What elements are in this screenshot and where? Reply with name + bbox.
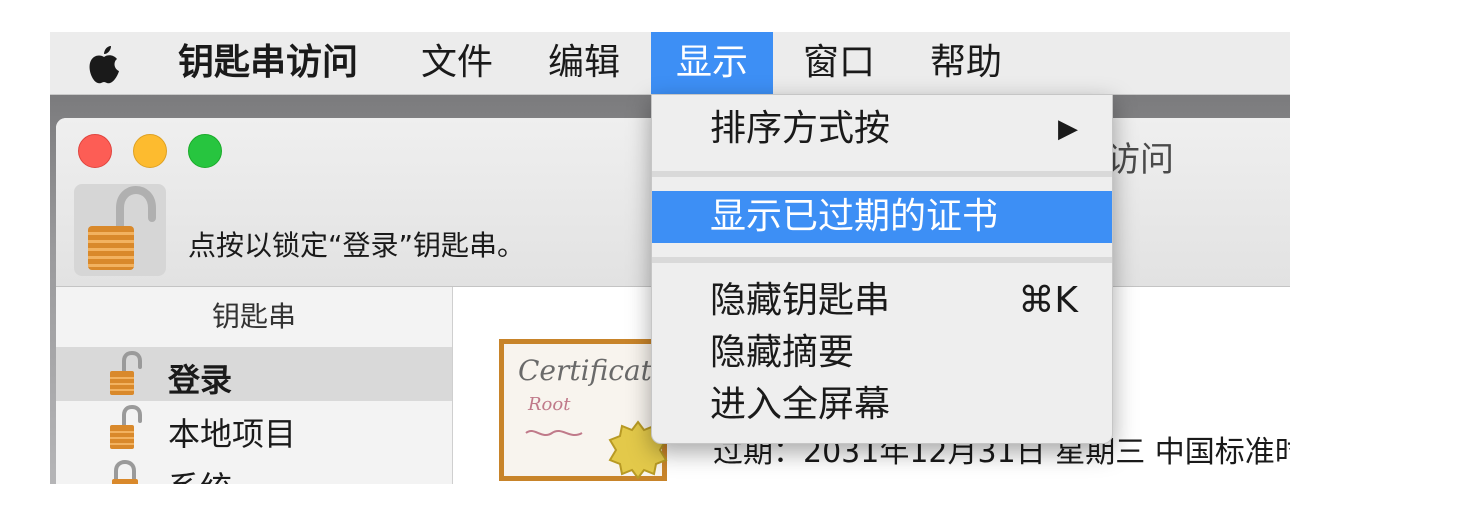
menu-window[interactable]: 窗口 — [803, 32, 875, 94]
menu-item-enter-full-screen[interactable]: 进入全屏幕 — [652, 379, 1112, 431]
menu-item-label: 隐藏钥匙串 — [710, 280, 891, 321]
minimize-button[interactable] — [133, 134, 167, 168]
menu-file[interactable]: 文件 — [421, 32, 493, 94]
menu-item-shortcut: ⌘K — [1018, 280, 1078, 321]
sidebar-item-login[interactable]: 登录 — [56, 347, 452, 401]
menu-help[interactable]: 帮助 — [930, 32, 1002, 94]
certificate-thumbnail: Certificate Root — [499, 339, 669, 481]
close-button[interactable] — [78, 134, 112, 168]
menu-item-show-expired-certificates[interactable]: 显示已过期的证书 — [652, 191, 1112, 243]
lock-toggle-button[interactable] — [74, 184, 166, 276]
sidebar-item-label: 登录 — [168, 361, 233, 399]
open-padlock-icon — [110, 405, 142, 449]
screen: 钥匙串访问 文件 编辑 显示 窗口 帮助 访问 点按以锁定“登录”钥匙串。 钥匙… — [50, 32, 1290, 484]
menu-bar: 钥匙串访问 文件 编辑 显示 窗口 帮助 — [50, 32, 1290, 95]
view-menu-dropdown: 排序方式按 ▶ 显示已过期的证书 隐藏钥匙串 ⌘K 隐藏摘要 进入全屏幕 — [651, 94, 1113, 444]
open-padlock-icon — [110, 351, 142, 395]
certificate-subtitle: Root — [528, 394, 571, 415]
certificate-flourish-icon — [525, 430, 583, 436]
menu-item-label: 排序方式按 — [710, 108, 891, 149]
menu-edit[interactable]: 编辑 — [548, 32, 620, 94]
padlock-icon — [112, 459, 138, 484]
sidebar-item-label: 系统 — [168, 463, 232, 484]
menu-item-sort-by[interactable]: 排序方式按 ▶ — [652, 103, 1112, 155]
sidebar-item-local-items[interactable]: 本地项目 — [56, 401, 452, 455]
zoom-button[interactable] — [188, 134, 222, 168]
menu-item-label: 隐藏摘要 — [710, 332, 855, 373]
menu-separator — [652, 171, 1112, 177]
menu-item-label: 进入全屏幕 — [710, 384, 891, 425]
apple-menu-icon[interactable] — [84, 42, 124, 86]
triangle-right-icon: ▶ — [1058, 114, 1078, 144]
menu-view[interactable]: 显示 — [651, 32, 774, 94]
menu-item-label: 显示已过期的证书 — [710, 196, 999, 237]
sidebar-item-label: 本地项目 — [168, 415, 297, 453]
sidebar-header: 钥匙串 — [211, 300, 296, 333]
open-padlock-icon — [88, 185, 156, 270]
menu-app-name[interactable]: 钥匙串访问 — [178, 32, 358, 94]
menu-item-hide-keychains[interactable]: 隐藏钥匙串 ⌘K — [652, 275, 1112, 327]
menu-item-hide-summary[interactable]: 隐藏摘要 — [652, 327, 1112, 379]
certificate-title: Certificate — [518, 354, 669, 387]
lock-message: 点按以锁定“登录”钥匙串。 — [188, 229, 526, 262]
menu-separator — [652, 257, 1112, 263]
window-title: 访问 — [1106, 140, 1174, 180]
keychains-sidebar: 钥匙串 登录 本地项目 — [56, 287, 453, 484]
sidebar-item-system[interactable]: 系统 — [56, 455, 452, 484]
